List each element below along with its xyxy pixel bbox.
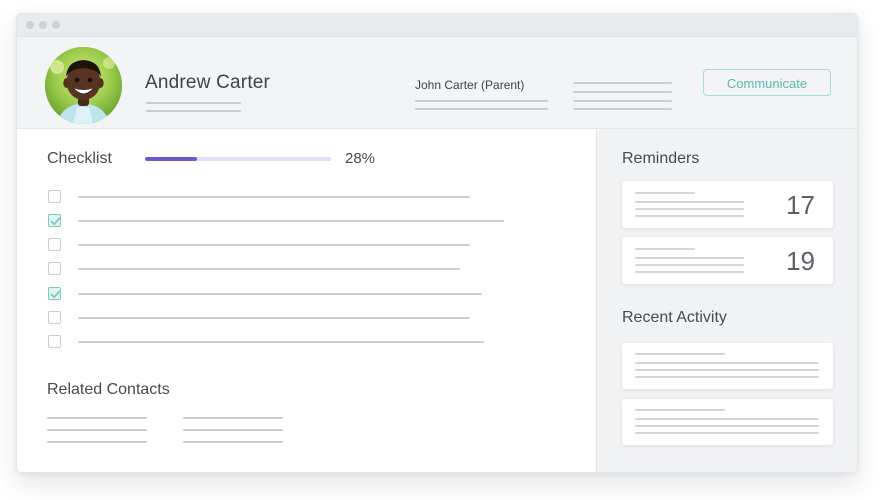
checklist-progress-fill	[145, 157, 198, 161]
reminder-card[interactable]: 19	[622, 237, 833, 284]
checklist-checkbox[interactable]	[48, 262, 61, 275]
sidebar-panel: Reminders 17 19 Recent Activity	[596, 129, 857, 472]
main-panel: Checklist 28% Related Contacts	[17, 129, 596, 472]
checklist-item-placeholder	[78, 196, 470, 198]
checklist-progress-bar	[145, 157, 331, 161]
activity-placeholder	[635, 362, 819, 364]
checklist-checkbox[interactable]	[48, 190, 61, 203]
activity-placeholder	[635, 418, 819, 420]
activity-card[interactable]	[622, 343, 833, 389]
window-titlebar	[17, 14, 857, 37]
window-maximize-dot[interactable]	[52, 21, 60, 29]
info-placeholder	[573, 108, 672, 110]
checklist-title: Checklist	[47, 150, 112, 167]
communicate-button[interactable]: Communicate	[703, 69, 831, 96]
activity-card[interactable]	[622, 399, 833, 445]
activity-placeholder	[635, 409, 725, 411]
checklist-progress-percent: 28%	[345, 150, 376, 167]
reminder-placeholder	[635, 248, 695, 250]
contact-placeholder	[183, 417, 283, 419]
recent-activity-title: Recent Activity	[622, 309, 727, 326]
reminder-placeholder	[635, 208, 744, 210]
activity-placeholder	[635, 425, 819, 427]
window-minimize-dot[interactable]	[39, 21, 47, 29]
window-close-dot[interactable]	[26, 21, 34, 29]
profile-header: Andrew Carter John Carter (Parent) Commu…	[17, 37, 857, 129]
checklist-item-placeholder	[78, 220, 504, 222]
contact-placeholder	[47, 429, 147, 431]
reminder-placeholder	[635, 215, 744, 217]
reminder-card[interactable]: 17	[622, 181, 833, 228]
checklist-checkbox[interactable]	[48, 287, 61, 300]
related-contacts-title: Related Contacts	[47, 381, 170, 398]
name-subtext-placeholder	[146, 102, 241, 104]
info-placeholder	[573, 91, 672, 93]
name-subtext-placeholder	[146, 110, 241, 112]
checklist-item-placeholder	[78, 341, 484, 343]
parent-detail-placeholder	[415, 100, 548, 102]
parent-detail-placeholder	[415, 108, 548, 110]
reminder-placeholder	[635, 264, 744, 266]
activity-placeholder	[635, 353, 725, 355]
checklist-checkbox[interactable]	[48, 238, 61, 251]
student-name: Andrew Carter	[145, 72, 271, 93]
reminders-title: Reminders	[622, 150, 700, 167]
reminder-count: 19	[786, 246, 815, 276]
reminder-placeholder	[635, 257, 744, 259]
reminder-count: 17	[786, 190, 815, 220]
contact-placeholder	[47, 417, 147, 419]
activity-placeholder	[635, 376, 819, 378]
info-placeholder	[573, 100, 672, 102]
contact-placeholder	[183, 429, 283, 431]
avatar	[45, 47, 122, 124]
avatar-photo	[45, 47, 122, 124]
checklist-item-placeholder	[78, 268, 460, 270]
checklist-item-placeholder	[78, 317, 470, 319]
checklist-checkbox[interactable]	[48, 335, 61, 348]
parent-contact-name[interactable]: John Carter (Parent)	[415, 78, 524, 92]
contact-placeholder	[183, 441, 283, 443]
activity-placeholder	[635, 432, 819, 434]
checklist-item-placeholder	[78, 293, 482, 295]
info-placeholder	[573, 82, 672, 84]
reminder-placeholder	[635, 271, 744, 273]
checklist-checkbox[interactable]	[48, 214, 61, 227]
checklist-checkbox[interactable]	[48, 311, 61, 324]
reminder-placeholder	[635, 201, 744, 203]
activity-placeholder	[635, 369, 819, 371]
reminder-placeholder	[635, 192, 695, 194]
checklist-item-placeholder	[78, 244, 470, 246]
contact-placeholder	[47, 441, 147, 443]
app-window: Andrew Carter John Carter (Parent) Commu…	[16, 13, 858, 473]
